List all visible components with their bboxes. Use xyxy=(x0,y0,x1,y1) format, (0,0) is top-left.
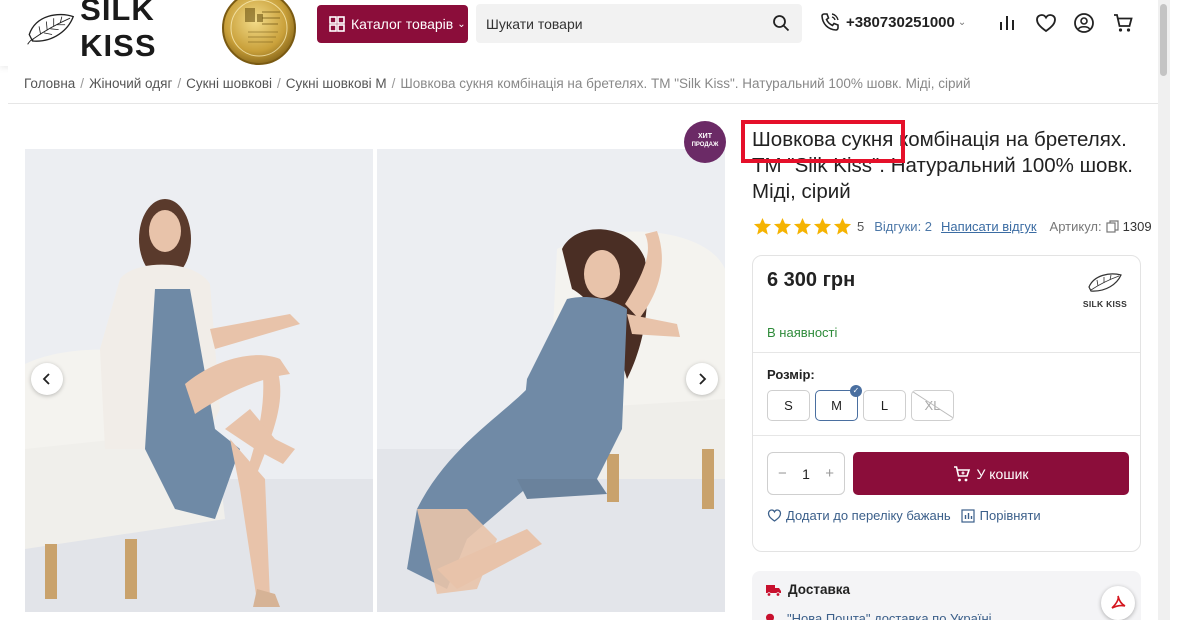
divider xyxy=(753,352,1140,353)
chevron-left-icon xyxy=(42,373,50,385)
bestseller-badge: ХИТ ПРОДАЖ xyxy=(684,121,726,163)
write-review-link[interactable]: Написати відгук xyxy=(941,219,1037,234)
brand-logo: SILK KISS xyxy=(1081,271,1129,311)
compare-bars-icon[interactable] xyxy=(996,12,1018,34)
chevron-right-icon xyxy=(699,373,707,385)
size-option-s[interactable]: S xyxy=(767,390,810,421)
truck-icon xyxy=(766,584,781,597)
site-header: SILK KISS Каталог товарів ⌄ Шукати товар… xyxy=(0,0,1160,66)
breadcrumb-link-home[interactable]: Головна xyxy=(24,76,75,91)
product-photo-1[interactable] xyxy=(25,149,373,612)
heart-icon xyxy=(767,509,782,522)
gallery-prev-button[interactable] xyxy=(31,363,63,395)
article-info: Артикул: 1309 xyxy=(1050,219,1152,234)
compare-icon xyxy=(961,509,975,523)
quantity-stepper: − 1 + xyxy=(767,452,845,495)
scrollbar-thumb[interactable] xyxy=(1160,4,1167,76)
highlight-box xyxy=(741,120,905,163)
model-photo-image xyxy=(25,149,373,612)
cart-icon[interactable] xyxy=(1112,12,1134,34)
quantity-value[interactable]: 1 xyxy=(802,466,810,482)
search-box xyxy=(476,4,802,43)
pdf-icon xyxy=(1111,595,1126,609)
plus-button[interactable]: + xyxy=(825,465,834,482)
breadcrumb-separator: / xyxy=(177,76,182,91)
pdf-download-button[interactable] xyxy=(1101,586,1135,620)
gallery-next-button[interactable] xyxy=(686,363,718,395)
breadcrumb-separator: / xyxy=(80,76,85,91)
divider xyxy=(753,435,1140,436)
heart-icon[interactable] xyxy=(1035,12,1057,34)
logo-text: SILK KISS xyxy=(80,0,157,63)
breadcrumb-separator: / xyxy=(391,76,396,91)
page-gutter xyxy=(1170,0,1200,620)
phone-dropdown[interactable]: +380730251000 ⌄ xyxy=(820,12,966,32)
product-rating-row: 5 Відгуки: 2 Написати відгук Артикул: 13… xyxy=(753,217,1152,236)
breadcrumb-separator: / xyxy=(277,76,281,91)
compare-link-wrap[interactable]: Порівняти xyxy=(961,508,1041,523)
catalog-label: Каталог товарів xyxy=(351,16,454,32)
size-option-label: M xyxy=(831,398,842,413)
add-to-cart-button[interactable]: У кошик xyxy=(853,452,1129,495)
phone-number: +380730251000 xyxy=(846,13,955,31)
checkmark-icon: ✓ xyxy=(850,385,862,397)
user-account-icon[interactable] xyxy=(1073,12,1095,34)
delivery-option-label: "Нова Пошта" доставка по Україні xyxy=(787,611,992,620)
product-actions: Додати до переліку бажань Порівняти xyxy=(767,508,1041,523)
size-option-l[interactable]: L xyxy=(863,390,906,421)
article-label: Артикул: xyxy=(1049,219,1102,234)
size-selector: S M ✓ L XL xyxy=(767,385,959,421)
breadcrumb-link-silk-dresses[interactable]: Сукні шовкові xyxy=(186,76,272,91)
breadcrumb: Головна / Жіночий одяг / Сукні шовкові / Сукні… xyxy=(8,66,1160,104)
leaf-logo-icon xyxy=(27,13,75,45)
chevron-down-icon: ⌄ xyxy=(957,16,967,28)
copy-icon[interactable] xyxy=(1106,220,1119,233)
cart-plus-icon xyxy=(954,465,971,481)
star-icon xyxy=(773,217,792,235)
location-pin-icon xyxy=(766,613,774,620)
delivery-option[interactable]: "Нова Пошта" доставка по Україні xyxy=(765,611,992,620)
search-icon[interactable] xyxy=(772,14,790,32)
size-label: Розмір: xyxy=(767,367,815,382)
star-icon xyxy=(753,217,772,235)
site-logo[interactable]: SILK KISS xyxy=(26,0,211,63)
rating-value: 5 xyxy=(857,219,865,234)
page-scrollbar[interactable] xyxy=(1158,0,1170,620)
breadcrumb-link-women[interactable]: Жіночий одяг xyxy=(89,76,172,91)
phone-icon xyxy=(821,13,839,31)
breadcrumb-link-silk-dresses-m[interactable]: Сукні шовкові М xyxy=(286,76,387,91)
leaf-logo-icon xyxy=(1088,273,1122,292)
delivery-heading: Доставка xyxy=(765,582,850,597)
award-medal-icon xyxy=(222,0,296,65)
star-icon xyxy=(813,217,832,235)
delivery-section: Доставка "Нова Пошта" доставка по Україн… xyxy=(752,571,1141,620)
catalog-button[interactable]: Каталог товарів ⌄ xyxy=(317,5,468,43)
star-icon xyxy=(833,217,852,235)
stock-status: В наявності xyxy=(767,325,838,340)
chevron-down-icon: ⌄ xyxy=(457,18,466,30)
wishlist-link[interactable]: Додати до переліку бажань xyxy=(786,508,951,523)
minus-button[interactable]: − xyxy=(778,465,787,482)
reviews-link[interactable]: Відгуки: 2 xyxy=(874,219,932,234)
grid-icon xyxy=(329,16,345,32)
purchase-card: 6 300 грн SILK KISS В наявності Розмір: … xyxy=(752,255,1141,552)
size-option-m[interactable]: M ✓ xyxy=(815,385,862,421)
compare-link: Порівняти xyxy=(979,508,1041,523)
model-photo-image xyxy=(377,149,725,612)
search-input[interactable] xyxy=(486,15,756,32)
badge-line-2: ПРОДАЖ xyxy=(691,142,719,148)
delivery-title: Доставка xyxy=(788,582,851,597)
product-photo-2[interactable] xyxy=(377,149,725,612)
breadcrumb-current: Шовкова сукня комбінація на бретелях. ТМ… xyxy=(400,76,971,91)
badge-line-1: ХИТ xyxy=(698,133,712,140)
size-option-xl[interactable]: XL xyxy=(911,390,954,421)
article-number: 1309 xyxy=(1122,219,1152,234)
brand-name: SILK KISS xyxy=(1082,299,1128,309)
star-icon xyxy=(793,217,812,235)
add-to-cart-label: У кошик xyxy=(976,465,1029,482)
product-price: 6 300 грн xyxy=(767,269,856,291)
